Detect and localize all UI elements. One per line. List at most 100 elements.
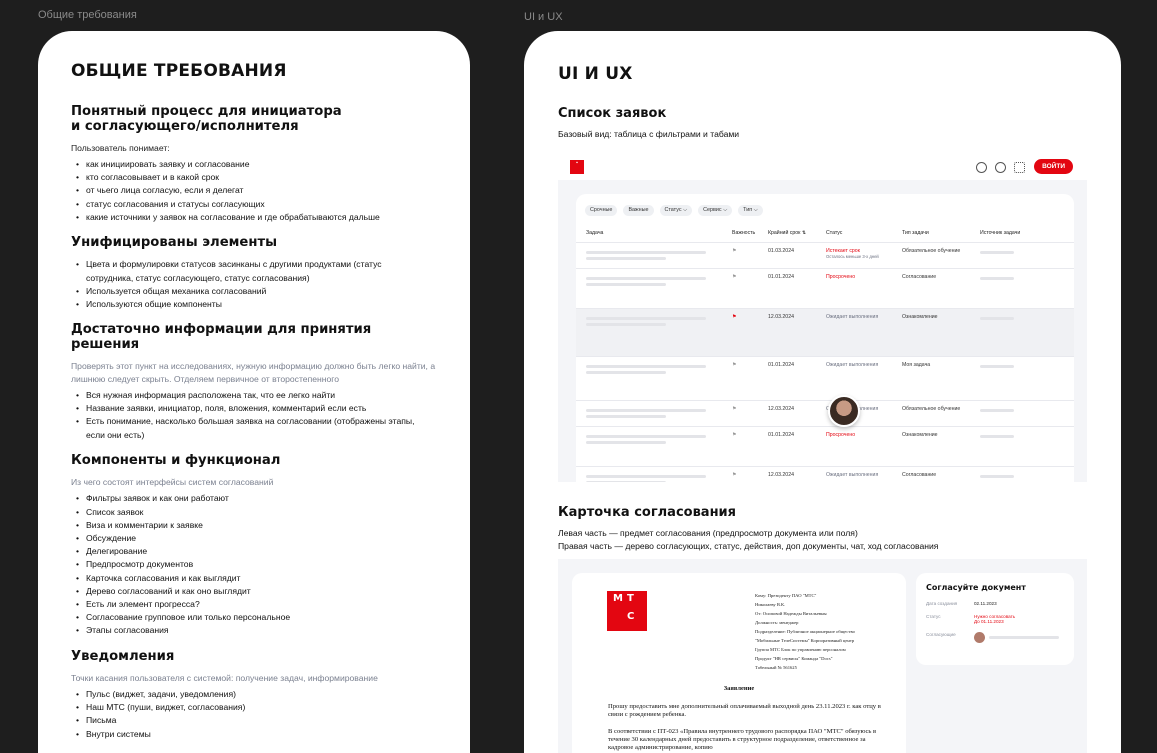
status-note: Осталось меньше 3-х дней (826, 254, 879, 259)
task-type-cell: Моя задача (902, 362, 931, 368)
status-text: Просрочено (826, 432, 856, 438)
section-title: Достаточно информации для принятия решен… (71, 322, 372, 352)
flag-icon[interactable]: ⚑ (732, 432, 737, 438)
list-item: Внутри системы (71, 728, 437, 741)
deadline-cell: 01.01.2024 (768, 274, 794, 280)
task-type-cell: Обязательное обучение (902, 406, 961, 412)
status-cell: Ожидает выполнения (826, 362, 902, 400)
avatar (974, 632, 985, 643)
bell-icon[interactable] (995, 162, 1006, 173)
text-placeholder (586, 317, 706, 320)
bullet-list: как инициировать заявку и согласование к… (71, 158, 437, 224)
document-paragraph: Прошу предоставить мне дополнительный оп… (608, 703, 881, 718)
col-task[interactable]: Задача (586, 230, 732, 236)
document-paragraph: В соответствии с ПТ-023 «Правила внутрен… (608, 728, 877, 751)
table-row[interactable]: ⚑ 12.03.2024 Ожидает выполнения Согласовани… (576, 466, 1074, 482)
list-item: Согласование групповое или только персон… (71, 611, 437, 624)
filter-chip-status[interactable]: Статус ⌵ (659, 205, 693, 216)
frame-label-general: Общие требования (38, 9, 137, 21)
table-row[interactable]: ⚑12.03.2024Ожидает выполненияОбязательно… (576, 400, 1074, 426)
task-cell (586, 406, 732, 426)
task-type-cell: Согласование (902, 472, 937, 478)
task-cell (586, 274, 732, 308)
text-placeholder (586, 435, 706, 438)
section-unified: Унифицированы элементы Цвета и формулиро… (71, 235, 437, 311)
section-intro: Пользователь понимает: (71, 143, 170, 154)
text-placeholder (586, 257, 666, 260)
text-placeholder (980, 435, 1014, 438)
table-body: ⚑ 01.03.2024 Истекает срок Осталось меньше … (576, 242, 1074, 482)
flag-icon[interactable]: ⚑ (732, 406, 737, 412)
login-button[interactable]: ВОЙТИ (1034, 159, 1073, 174)
header-icons (976, 162, 1025, 173)
col-importance[interactable]: Важность (732, 230, 768, 236)
addr-line: От: Осиповой Надежды Витальевны (755, 611, 827, 616)
deadline-cell: 12.03.2024 (768, 472, 794, 478)
flag-icon[interactable]: ⚑ (732, 472, 737, 478)
text-placeholder (586, 365, 706, 368)
text-placeholder (586, 371, 666, 374)
status-cell: Ожидает выполнения (826, 314, 902, 356)
col-status[interactable]: Статус (826, 230, 902, 236)
approver[interactable] (974, 632, 1059, 643)
flag-icon[interactable]: ⚑ (732, 362, 737, 368)
text-placeholder (586, 251, 706, 254)
table-row[interactable]: ⚑ 12.03.2024 Ожидает выполнения Ознакомлени… (576, 308, 1074, 356)
addr-line: "Мобильные ТелеСистемы" Корпоративный це… (755, 638, 855, 643)
filter-chip-urgent[interactable]: Срочные (585, 205, 618, 216)
task-type-cell: Ознакомление (902, 314, 938, 320)
table-row[interactable]: ⚑ 01.03.2024 Истекает срок Осталось меньше … (576, 242, 1074, 268)
apps-grid-icon[interactable] (1014, 162, 1025, 173)
flag-icon[interactable]: ⚑ (732, 248, 737, 254)
col-deadline[interactable]: Крайний срок ⇅ (768, 230, 826, 236)
document-addressee: Кому: Президенту ПАО "МТС" Николаеву В.К… (755, 591, 855, 672)
section-components: Компоненты и функционал Из чего состоят … (71, 452, 437, 637)
status-cell: Ожидает выполнения (826, 472, 902, 482)
status-cell: Просрочено (826, 274, 902, 308)
list-item: Название заявки, инициатор, поля, вложен… (71, 402, 437, 415)
list-item: Есть понимание, насколько большая заявка… (71, 415, 426, 441)
board-title: UI И UX (558, 64, 633, 84)
list-item: Обсуждение (71, 532, 437, 545)
filter-chip-type[interactable]: Тип ⌵ (738, 205, 763, 216)
list-item: Предпросмотр документов (71, 558, 437, 571)
section-title: Понятный процесс для инициатора и соглас… (71, 104, 342, 134)
task-type-cell: Согласование (902, 274, 937, 280)
section-title: Компоненты и функционал (71, 452, 281, 468)
col-task-type[interactable]: Тип задачи (902, 230, 980, 236)
table-row[interactable]: ⚑ 01.01.2024 Просрочено Согласование (576, 268, 1074, 308)
mts-logo-icon: ▪ (570, 160, 584, 174)
field-label: Дата создания (926, 601, 958, 606)
approval-side-panel: Согласуйте документ Дата создания 02.11.… (916, 573, 1074, 665)
deadline-cell: 12.03.2024 (768, 314, 794, 320)
bullet-list: Цвета и формулировки статусов засинканы … (71, 258, 437, 311)
table-row[interactable]: ⚑ 01.01.2024 Ожидает выполнения Моя задача (576, 356, 1074, 400)
addr-line: Группа МТС Блок по управлению персоналом (755, 647, 846, 652)
list-item: как инициировать заявку и согласование (71, 158, 437, 171)
field-value: 02.11.2023 (974, 601, 997, 606)
importance-cell: ⚑ (732, 432, 768, 466)
list-item: Этапы согласования (71, 624, 437, 637)
source-cell (980, 472, 1060, 482)
list-item: Пульс (виджет, задачи, уведомления) (71, 688, 437, 701)
col-source[interactable]: Источник задачи (980, 230, 1060, 236)
source-cell (980, 362, 1060, 400)
status-cell: Истекает срок Осталось меньше 3-х дней (826, 248, 902, 268)
list-item: Используется общая механика согласований (71, 285, 437, 298)
filter-chip-important[interactable]: Важные (623, 205, 654, 216)
list-item: Список заявок (71, 506, 437, 519)
table-row[interactable]: ⚑ 01.01.2024 Просрочено Ознакомление (576, 426, 1074, 466)
search-icon[interactable] (976, 162, 987, 173)
avatar[interactable] (828, 395, 860, 427)
logo-letter: М (613, 593, 623, 604)
filter-chip-service[interactable]: Сервис ⌵ (698, 205, 733, 216)
importance-cell: ⚑ (732, 314, 768, 356)
approvers-row: Согласующие (926, 632, 1064, 643)
status-text: Ожидает выполнения (826, 472, 879, 478)
list-item: Цвета и формулировки статусов засинканы … (71, 258, 391, 284)
importance-cell: ⚑ (732, 472, 768, 482)
flag-icon[interactable]: ⚑ (732, 314, 737, 320)
importance-cell: ⚑ (732, 362, 768, 400)
flag-icon[interactable]: ⚑ (732, 274, 737, 280)
text-placeholder (980, 475, 1014, 478)
